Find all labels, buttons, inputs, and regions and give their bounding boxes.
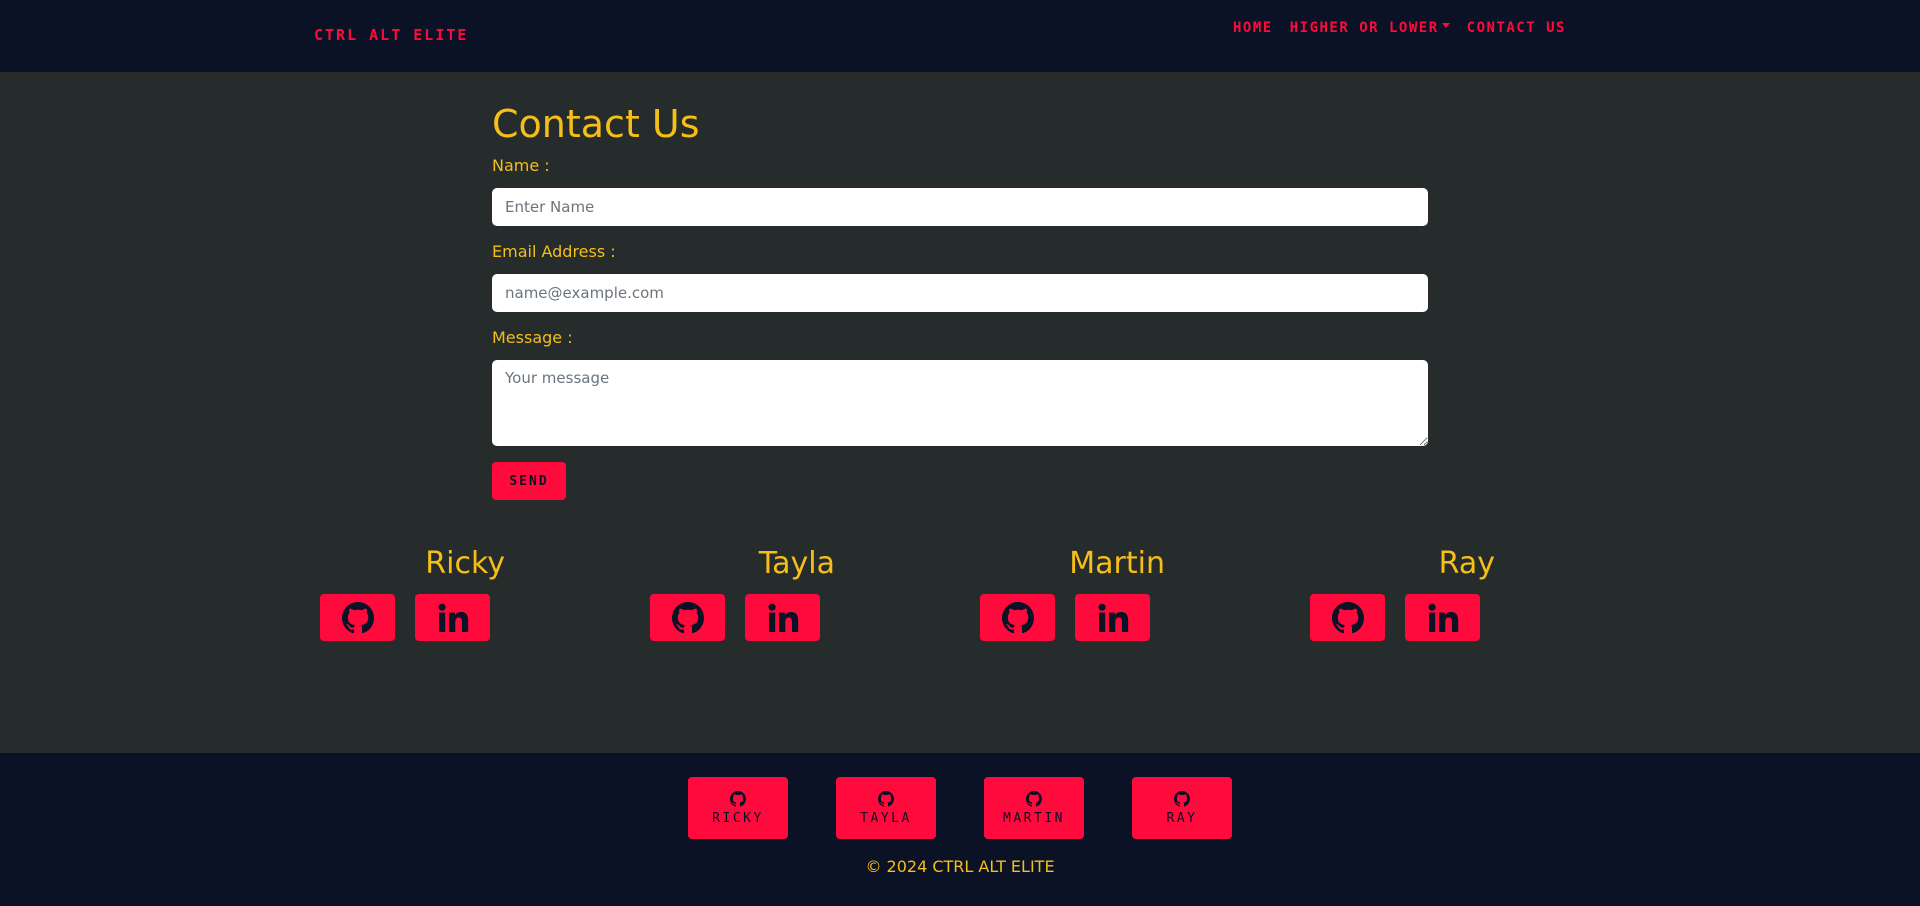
github-icon	[878, 790, 894, 807]
footer-github-ray[interactable]: RAY	[1132, 777, 1232, 839]
linkedin-button[interactable]	[1405, 594, 1480, 641]
github-button[interactable]	[980, 594, 1055, 641]
page-title: Contact Us	[492, 102, 700, 146]
linkedin-icon	[1098, 603, 1128, 632]
github-icon	[1331, 601, 1364, 633]
linkedin-button[interactable]	[1075, 594, 1150, 641]
footer-button-label: TAYLA	[860, 810, 912, 826]
message-label: Message :	[492, 328, 573, 347]
message-textarea[interactable]	[492, 360, 1428, 446]
linkedin-button[interactable]	[415, 594, 490, 641]
github-button[interactable]	[1310, 594, 1385, 641]
footer-github-ricky[interactable]: RICKY	[688, 777, 788, 839]
linkedin-icon	[1428, 603, 1458, 632]
team-member-tayla: Tayla	[585, 546, 835, 666]
nav-links: HOME HIGHER OR LOWER CONTACT US	[1233, 20, 1583, 36]
contact-form: Contact Us Name : Email Address : Messag…	[492, 72, 1428, 500]
linkedin-icon	[438, 603, 468, 632]
main-content: Contact Us Name : Email Address : Messag…	[0, 72, 1920, 753]
footer-github-martin[interactable]: MARTIN	[984, 777, 1084, 839]
github-icon	[730, 790, 746, 807]
footer-github-tayla[interactable]: TAYLA	[836, 777, 936, 839]
github-icon	[341, 601, 374, 633]
linkedin-icon	[768, 603, 798, 632]
footer-button-label: MARTIN	[1003, 810, 1065, 826]
brand-logo[interactable]: CTRL ALT ELITE	[314, 26, 468, 44]
github-icon	[671, 601, 704, 633]
github-button[interactable]	[320, 594, 395, 641]
member-name: Tayla	[758, 546, 835, 581]
name-label: Name :	[492, 156, 550, 175]
linkedin-button[interactable]	[745, 594, 820, 641]
github-icon	[1026, 790, 1042, 807]
github-icon	[1001, 601, 1034, 633]
copyright-text: © 2024 CTRL ALT ELITE	[865, 857, 1055, 876]
team-member-ray: Ray	[1245, 546, 1495, 666]
nav-link-home-label: HOME	[1233, 20, 1273, 36]
footer-button-label: RICKY	[712, 810, 764, 826]
nav-dropdown-label: HIGHER OR LOWER	[1289, 20, 1439, 36]
github-icon	[1174, 790, 1190, 807]
nav-dropdown-higher-or-lower[interactable]: HIGHER OR LOWER	[1290, 20, 1450, 36]
email-input[interactable]	[492, 274, 1428, 312]
nav-link-contact-us[interactable]: CONTACT US	[1467, 20, 1566, 36]
email-label: Email Address :	[492, 242, 616, 261]
send-button[interactable]: SEND	[492, 462, 566, 500]
team-member-martin: Martin	[915, 546, 1165, 666]
member-name: Ricky	[425, 546, 505, 581]
nav-link-home[interactable]: HOME	[1233, 20, 1273, 36]
team-member-ricky: Ricky	[255, 546, 505, 666]
github-button[interactable]	[650, 594, 725, 641]
member-name: Martin	[1069, 546, 1165, 581]
nav-link-contact-label: CONTACT US	[1466, 20, 1566, 36]
name-input[interactable]	[492, 188, 1428, 226]
caret-down-icon	[1441, 22, 1450, 28]
footer-button-label: RAY	[1166, 810, 1198, 826]
footer: RICKY TAYLA MARTIN RAY © 2024 CTRL ALT E…	[0, 753, 1920, 906]
navbar: CTRL ALT ELITE HOME HIGHER OR LOWER CONT…	[0, 0, 1920, 72]
member-name: Ray	[1438, 546, 1495, 581]
